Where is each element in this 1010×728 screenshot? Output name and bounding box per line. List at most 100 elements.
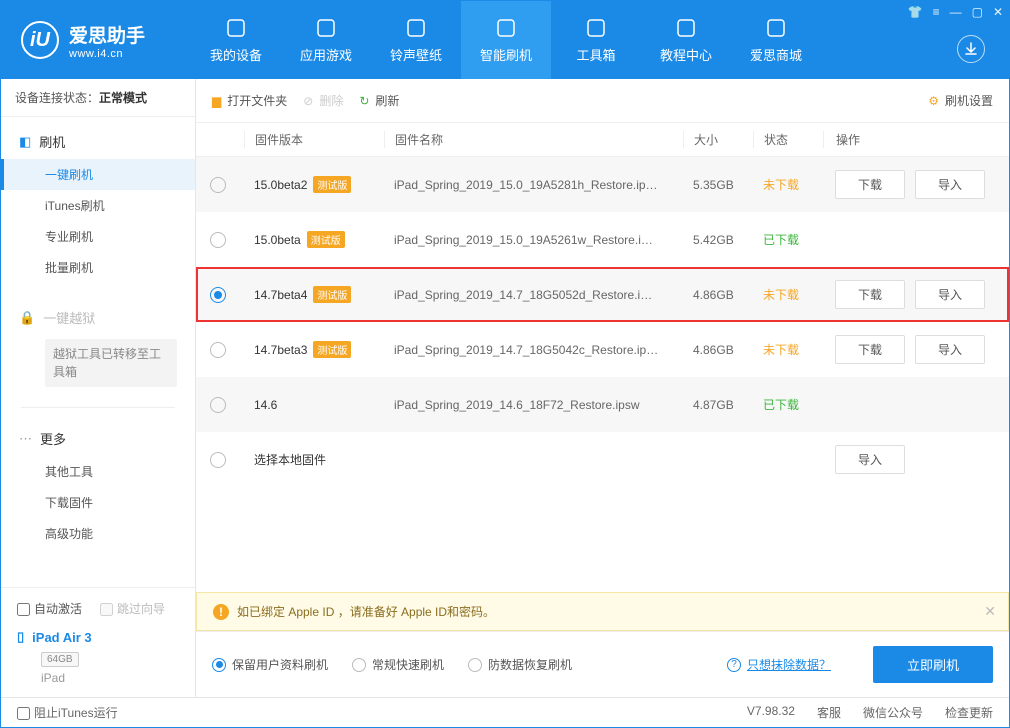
content: ▆ 打开文件夹 ⊘ 删除 ↻ 刷新 ⚙ 刷机设置 固件版本 固件名称 大小 状态… [196, 79, 1009, 697]
import-button[interactable]: 导入 [915, 280, 985, 309]
toolbar: ▆ 打开文件夹 ⊘ 删除 ↻ 刷新 ⚙ 刷机设置 [196, 79, 1009, 123]
firmware-row[interactable]: 选择本地固件 导入 [196, 432, 1009, 487]
close-notice-icon[interactable]: ✕ [984, 603, 996, 620]
sidebar-item[interactable]: 高级功能 [1, 518, 195, 549]
nav-item-3[interactable]: 智能刷机 [461, 1, 551, 79]
sidebar: 设备连接状态：正常模式 ◧ 刷机 一键刷机iTunes刷机专业刷机批量刷机 🔒 … [1, 79, 196, 697]
device-storage-badge: 64GB [41, 652, 79, 667]
skip-guide-checkbox[interactable]: 跳过向导 [100, 600, 165, 617]
connection-status: 设备连接状态：正常模式 [1, 79, 195, 117]
flash-options-bar: 保留用户资料刷机 常规快速刷机 防数据恢复刷机 ? 只想抹除数据？ 立即刷机 [196, 631, 1009, 697]
refresh-button[interactable]: ↻ 刷新 [359, 92, 399, 109]
nav-icon [405, 17, 427, 39]
row-radio[interactable] [210, 397, 226, 413]
nav-icon [495, 17, 517, 39]
menu-icon[interactable]: ≡ [933, 5, 940, 19]
gear-icon: ⚙ [928, 94, 939, 108]
footer-link-wechat[interactable]: 微信公众号 [863, 704, 923, 721]
nav-icon [765, 17, 787, 39]
firmware-row[interactable]: 15.0beta测试版 iPad_Spring_2019_15.0_19A526… [196, 212, 1009, 267]
sidebar-item[interactable]: 下载固件 [1, 487, 195, 518]
firmware-size: 5.42GB [683, 233, 753, 247]
firmware-version: 14.7beta4 [254, 288, 307, 302]
flash-option[interactable]: 常规快速刷机 [352, 656, 444, 673]
col-status: 状态 [753, 131, 823, 148]
download-button[interactable]: 下载 [835, 170, 905, 199]
sidebar-item[interactable]: iTunes刷机 [1, 190, 195, 221]
footer: 阻止iTunes运行 V7.98.32 客服 微信公众号 检查更新 [1, 697, 1009, 727]
sidebar-section-more[interactable]: ⋯ 更多 [1, 424, 195, 456]
auto-activate-checkbox[interactable]: 自动激活 [17, 600, 82, 617]
firmware-size: 4.87GB [683, 398, 753, 412]
col-size: 大小 [683, 131, 753, 148]
col-version: 固件版本 [244, 131, 384, 148]
app-header: iU 爱思助手 www.i4.cn 我的设备应用游戏铃声壁纸智能刷机工具箱教程中… [1, 1, 1009, 79]
download-manager-icon[interactable] [957, 35, 985, 63]
device-name[interactable]: ▯ iPad Air 3 [17, 629, 179, 645]
firmware-size: 5.35GB [683, 178, 753, 192]
nav-icon [225, 17, 247, 39]
sidebar-item[interactable]: 专业刷机 [1, 221, 195, 252]
firmware-row[interactable]: 14.6 iPad_Spring_2019_14.6_18F72_Restore… [196, 377, 1009, 432]
radio-icon [212, 658, 226, 672]
nav-item-6[interactable]: 爱思商城 [731, 1, 821, 79]
firmware-name: iPad_Spring_2019_14.7_18G5042c_Restore.i… [384, 343, 683, 357]
apple-id-notice: ! 如已绑定 Apple ID ，请准备好 Apple ID和密码。 ✕ [196, 592, 1009, 631]
beta-badge: 测试版 [313, 286, 351, 303]
folder-icon: ▆ [212, 94, 221, 108]
firmware-row[interactable]: 14.7beta3测试版 iPad_Spring_2019_14.7_18G50… [196, 322, 1009, 377]
firmware-status: 已下载 [753, 231, 823, 248]
flash-option[interactable]: 防数据恢复刷机 [468, 656, 572, 673]
window-controls: 👕 ≡ — ▢ ✕ [908, 5, 1003, 19]
firmware-row[interactable]: 15.0beta2 测试版 iPad_Spring_2019_15.0_19A52… [196, 157, 1009, 212]
firmware-name: iPad_Spring_2019_15.0_19A5281h_Restore.i… [384, 178, 683, 192]
nav-item-5[interactable]: 教程中心 [641, 1, 731, 79]
row-radio[interactable] [210, 287, 226, 303]
import-button[interactable]: 导入 [915, 170, 985, 199]
row-radio[interactable] [210, 342, 226, 358]
firmware-version: 选择本地固件 [254, 451, 326, 468]
beta-badge: 测试版 [313, 176, 351, 193]
firmware-status: 已下载 [753, 396, 823, 413]
firmware-row[interactable]: 14.7beta4测试版 iPad_Spring_2019_14.7_18G50… [196, 267, 1009, 322]
sidebar-item[interactable]: 一键刷机 [1, 159, 195, 190]
app-domain: www.i4.cn [69, 48, 145, 60]
minimize-icon[interactable]: — [950, 5, 962, 19]
sidebar-item[interactable]: 其他工具 [1, 456, 195, 487]
shirt-icon[interactable]: 👕 [908, 5, 923, 19]
footer-link-update[interactable]: 检查更新 [945, 704, 993, 721]
sidebar-item[interactable]: 批量刷机 [1, 252, 195, 283]
firmware-version: 15.0beta2 [254, 178, 307, 192]
download-button[interactable]: 下载 [835, 280, 905, 309]
help-icon: ? [727, 658, 741, 672]
maximize-icon[interactable]: ▢ [972, 5, 983, 19]
close-icon[interactable]: ✕ [993, 5, 1003, 19]
firmware-size: 4.86GB [683, 343, 753, 357]
row-radio[interactable] [210, 232, 226, 248]
beta-badge: 测试版 [313, 341, 351, 358]
version-label: V7.98.32 [747, 704, 795, 721]
more-icon: ⋯ [19, 431, 32, 447]
open-folder-button[interactable]: ▆ 打开文件夹 [212, 92, 287, 109]
row-radio[interactable] [210, 177, 226, 193]
flash-now-button[interactable]: 立即刷机 [873, 646, 993, 683]
nav-item-1[interactable]: 应用游戏 [281, 1, 371, 79]
nav-item-0[interactable]: 我的设备 [191, 1, 281, 79]
nav-item-2[interactable]: 铃声壁纸 [371, 1, 461, 79]
nav-item-4[interactable]: 工具箱 [551, 1, 641, 79]
row-radio[interactable] [210, 452, 226, 468]
flash-option[interactable]: 保留用户资料刷机 [212, 656, 328, 673]
footer-link-support[interactable]: 客服 [817, 704, 841, 721]
device-icon: ▯ [17, 629, 24, 645]
firmware-name: iPad_Spring_2019_15.0_19A5261w_Restore.i… [384, 233, 683, 247]
block-itunes-checkbox[interactable]: 阻止iTunes运行 [17, 704, 118, 721]
sidebar-section-jailbreak: 🔒 一键越狱 [1, 303, 195, 335]
flash-settings-button[interactable]: ⚙ 刷机设置 [928, 92, 993, 109]
download-button[interactable]: 下载 [835, 335, 905, 364]
sidebar-section-flash[interactable]: ◧ 刷机 [1, 127, 195, 159]
erase-link[interactable]: ? 只想抹除数据？ [727, 656, 831, 673]
firmware-status: 未下载 [753, 286, 823, 303]
radio-icon [468, 658, 482, 672]
import-button[interactable]: 导入 [915, 335, 985, 364]
import-button[interactable]: 导入 [835, 445, 905, 474]
